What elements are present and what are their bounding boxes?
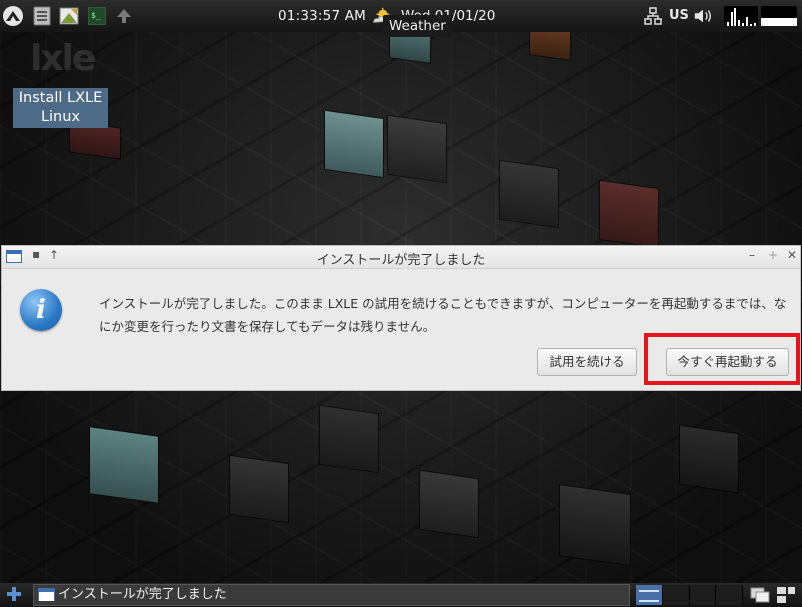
cube-teal: [325, 110, 383, 178]
plus-icon[interactable]: [5, 585, 23, 603]
keyboard-layout-indicator[interactable]: US: [669, 8, 689, 23]
window-icon: [38, 588, 55, 601]
lxle-menu-icon[interactable]: [2, 5, 24, 27]
continue-trying-button[interactable]: 試用を続ける: [537, 348, 637, 376]
cube-dark: [560, 485, 630, 565]
dialog-message: インストールが完了しました。このまま LXLE の試用を続けることもできますが、…: [99, 296, 787, 334]
memory-monitor[interactable]: [761, 6, 797, 26]
show-desktop-icon[interactable]: [750, 585, 770, 605]
cube-dark: [230, 455, 288, 523]
cube-red: [600, 180, 658, 248]
svg-text:$_: $_: [91, 11, 101, 20]
lxle-watermark-logo: lxle: [30, 38, 96, 79]
cube-teal: [90, 427, 158, 503]
install-lxle-desktop-icon[interactable]: Install LXLE Linux: [13, 88, 108, 128]
cpu-monitor[interactable]: [724, 6, 758, 26]
minimize-icon[interactable]: –: [749, 248, 755, 262]
cube-dark: [680, 425, 738, 493]
close-icon[interactable]: ✕: [787, 248, 797, 262]
top-panel: $_ 01:33:57 AM Wed 01/01/20 Weather US: [0, 0, 802, 37]
workspace-2[interactable]: [662, 585, 690, 605]
restart-button-highlight: [644, 333, 800, 385]
volume-icon[interactable]: [693, 6, 713, 26]
workspace-pager[interactable]: [636, 585, 743, 605]
workspace-4[interactable]: [716, 585, 743, 605]
network-icon[interactable]: [643, 6, 663, 26]
dialog-title: インストールが完了しました: [316, 253, 486, 268]
dialog-titlebar[interactable]: ▪ ↑ インストールが完了しました – + ✕: [2, 246, 800, 269]
taskbar-item[interactable]: インストールが完了しました: [33, 584, 630, 606]
weather-tooltip: Weather: [383, 15, 452, 37]
workspace-3[interactable]: [689, 585, 717, 605]
file-manager-icon[interactable]: [32, 6, 52, 26]
arrow-up-icon[interactable]: [114, 6, 134, 26]
workspace-1[interactable]: [636, 585, 663, 605]
cube-dark: [320, 405, 378, 473]
cube-dark: [388, 115, 446, 183]
cube-dark: [420, 470, 478, 538]
cube-dark: [500, 160, 558, 228]
taskbar-item-label: インストールが完了しました: [58, 587, 227, 602]
info-icon: i: [20, 289, 62, 331]
terminal-icon[interactable]: $_: [87, 6, 107, 26]
image-viewer-icon[interactable]: [59, 6, 79, 26]
window-switch-icon[interactable]: [776, 585, 796, 605]
bottom-panel: インストールが完了しました: [0, 583, 802, 607]
maximize-icon[interactable]: +: [768, 248, 778, 262]
clock[interactable]: 01:33:57 AM: [278, 8, 366, 24]
